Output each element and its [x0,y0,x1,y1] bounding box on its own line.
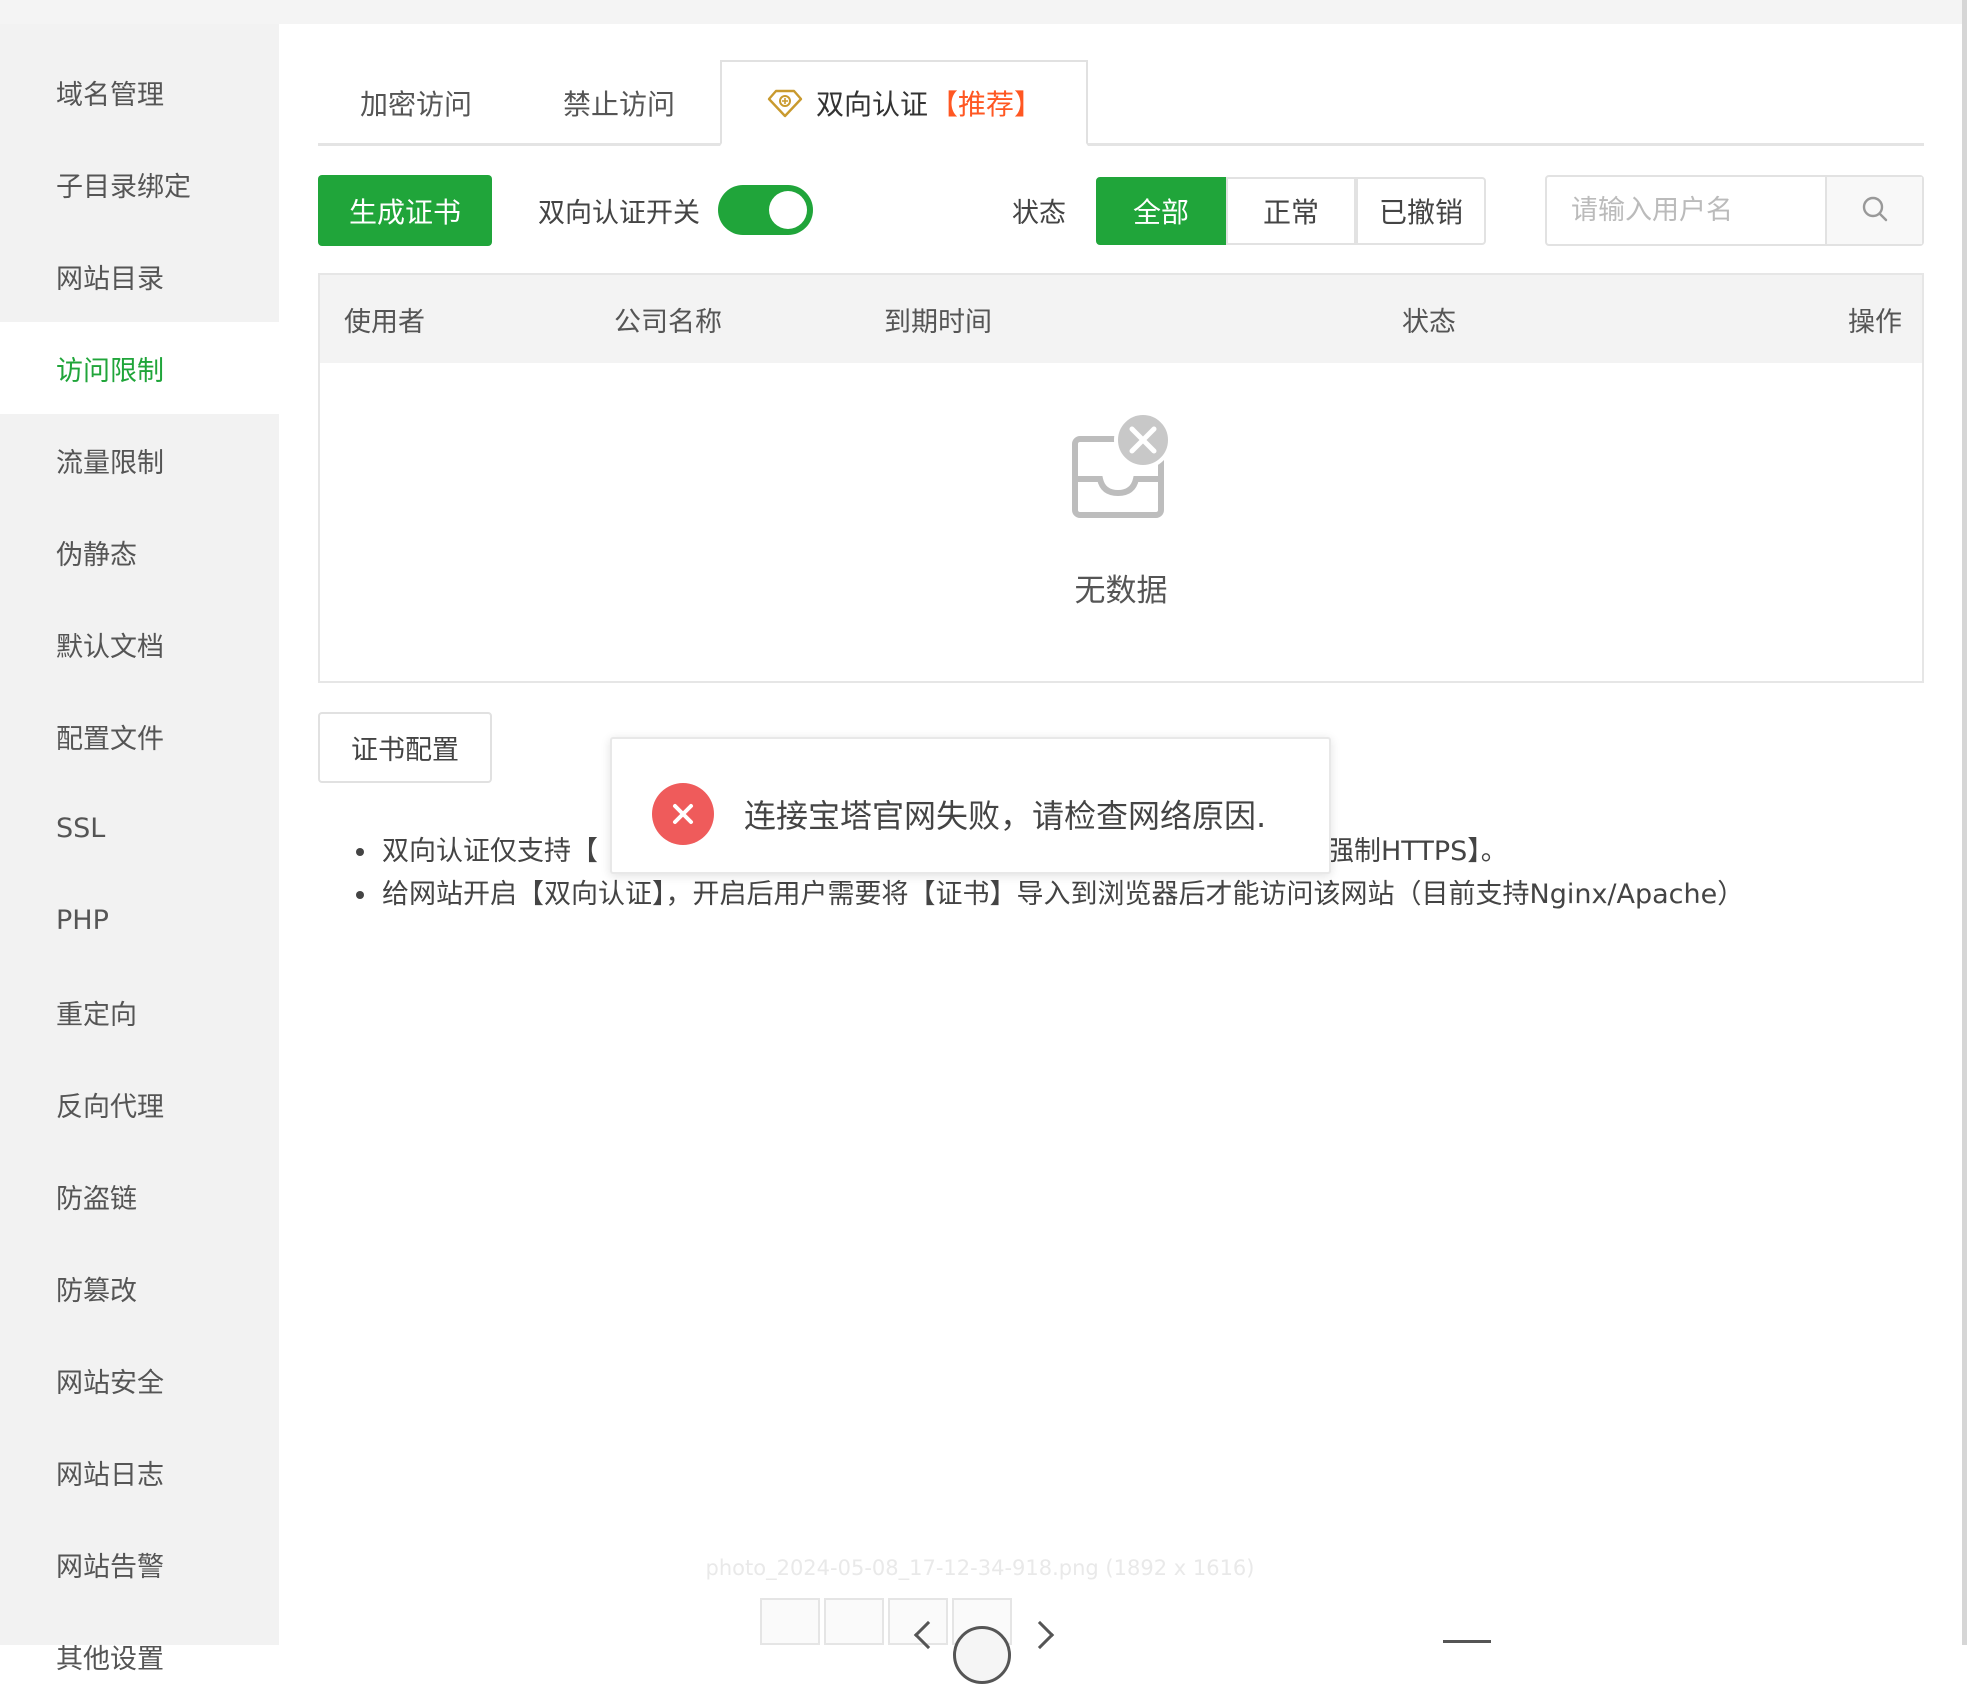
tab-forbidden-access[interactable]: 禁止访问 [521,60,717,146]
sidebar-item-rewrite[interactable]: 伪静态 [0,506,279,598]
sidebar-item-subdir-binding[interactable]: 子目录绑定 [0,138,279,230]
tab-label: 禁止访问 [562,88,675,121]
toggle-knob [769,191,807,229]
username-search [1545,175,1924,246]
sidebar-item-config-file[interactable]: 配置文件 [0,690,279,782]
viewer-play-icon[interactable] [953,1626,1011,1684]
note-text: 给网站开启【双向认证】，开启后用户需要将【证书】导入到浏览器后才能访问该网站（目… [382,879,1745,910]
status-filter-label-normal: 正常 [1262,196,1319,229]
sidebar-item-tamper-protection[interactable]: 防篡改 [0,1242,279,1334]
sidebar-item-label: 防盗链 [56,1183,137,1215]
sidebar-item-hotlink-protection[interactable]: 防盗链 [0,1150,279,1242]
sidebar-item-label: 域名管理 [56,79,164,111]
column-header-expiry: 到期时间 [884,306,992,338]
sidebar-item-site-logs[interactable]: 网站日志 [0,1426,279,1518]
window-top-strip [0,0,1967,24]
note-text-end: 强制HTTPS】。 [1327,836,1508,867]
viewer-thumbnail[interactable] [824,1598,884,1645]
empty-inbox-icon [1070,411,1180,527]
note-text-start: 双向认证仅支持【 [382,836,598,867]
mutual-auth-toggle[interactable] [718,185,813,235]
status-filter-label-all: 全部 [1132,196,1189,229]
sidebar-item-label: 访问限制 [56,355,164,387]
sidebar-item-label: 网站安全 [56,1367,164,1399]
note-item: 给网站开启【双向认证】，开启后用户需要将【证书】导入到浏览器后才能访问该网站（目… [350,873,1744,916]
sidebar-item-domain[interactable]: 域名管理 [0,46,279,138]
tab-label: 双向认证 [815,87,928,121]
empty-state-text: 无数据 [1074,573,1168,609]
tab-label: 加密访问 [359,88,472,121]
error-toast: 连接宝塔官网失败，请检查网络原因. [610,737,1331,874]
tab-encrypted-access[interactable]: 加密访问 [318,60,514,146]
error-icon [652,783,714,845]
generate-cert-button[interactable]: 生成证书 [318,175,492,246]
sidebar-item-reverse-proxy[interactable]: 反向代理 [0,1058,279,1150]
error-toast-message: 连接宝塔官网失败，请检查网络原因. [744,797,1267,835]
sidebar-item-label: SSL [56,812,106,844]
status-filter-all[interactable]: 全部 [1096,177,1226,245]
table-header: 使用者 公司名称 到期时间 状态 操作 [320,275,1922,363]
sidebar-item-label: 网站目录 [56,263,164,295]
sidebar-item-label: 子目录绑定 [56,171,191,203]
status-filter-revoked[interactable]: 已撤销 [1356,177,1486,245]
window-right-border [1962,0,1967,1645]
cert-config-button[interactable]: 证书配置 [318,712,492,783]
sidebar-item-access-restriction[interactable]: 访问限制 [0,322,279,414]
sidebar-item-label: 伪静态 [56,539,137,571]
column-header-company: 公司名称 [614,306,722,338]
search-button[interactable] [1825,177,1922,244]
sidebar-item-site-directory[interactable]: 网站目录 [0,230,279,322]
sidebar-item-label: 网站日志 [56,1459,164,1491]
username-search-input[interactable] [1547,177,1823,244]
status-filter-label-revoked: 已撤销 [1378,196,1463,229]
status-filter-normal[interactable]: 正常 [1226,177,1356,245]
recommend-tag: 【推荐】 [930,87,1043,121]
sidebar-item-label: 配置文件 [56,723,164,755]
sidebar-item-site-security[interactable]: 网站安全 [0,1334,279,1426]
viewer-caption: photo_2024-05-08_17-12-34-918.png (1892 … [705,1556,1255,1580]
sidebar-item-label: 其他设置 [56,1643,164,1675]
cert-config-label: 证书配置 [351,735,459,766]
generate-cert-label: 生成证书 [348,195,461,229]
sidebar-item-label: 防篡改 [56,1275,137,1307]
column-header-actions: 操作 [1848,306,1902,338]
certificate-table: 使用者 公司名称 到期时间 状态 操作 无数据 [318,273,1924,683]
sidebar-item-label: 网站告警 [56,1551,164,1583]
column-header-user: 使用者 [344,306,425,338]
sidebar-item-ssl[interactable]: SSL [0,782,279,874]
search-icon [1860,194,1890,228]
status-filter-label: 状态 [1012,197,1066,229]
sidebar-item-label: PHP [56,904,109,936]
sidebar-item-redirect[interactable]: 重定向 [0,966,279,1058]
sidebar-item-label: 重定向 [56,999,137,1031]
viewer-minimize-icon[interactable] [1443,1640,1491,1643]
sidebar-item-label: 流量限制 [56,447,164,479]
sidebar-item-site-alerts[interactable]: 网站告警 [0,1518,279,1610]
viewer-thumbnail[interactable] [760,1598,820,1645]
sidebar-item-label: 反向代理 [56,1091,164,1123]
diamond-icon [766,88,804,118]
mutual-auth-toggle-label: 双向认证开关 [538,197,700,229]
sidebar-item-default-doc[interactable]: 默认文档 [0,598,279,690]
sidebar-item-label: 默认文档 [56,631,164,663]
sidebar-item-php[interactable]: PHP [0,874,279,966]
sidebar-item-other-settings[interactable]: 其他设置 [0,1610,279,1702]
sidebar: 域名管理 子目录绑定 网站目录 访问限制 流量限制 伪静态 默认文档 配置文件 … [0,24,279,1675]
column-header-status: 状态 [1402,306,1456,338]
tab-mutual-auth[interactable]: 双向认证 【推荐】 [720,60,1088,146]
sidebar-item-traffic-limit[interactable]: 流量限制 [0,414,279,506]
